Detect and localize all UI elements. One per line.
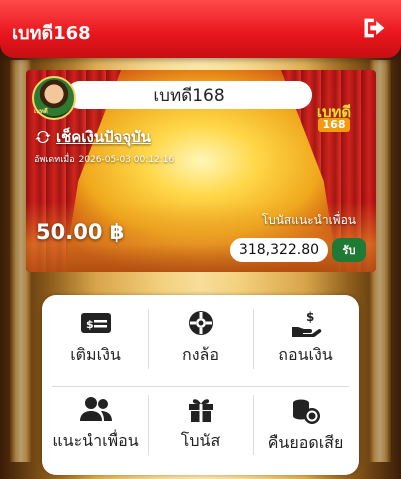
menu-label: กงล้อ [182, 345, 219, 364]
logo-number: 168 [318, 118, 350, 132]
users-icon [79, 397, 112, 421]
coins-icon [292, 399, 320, 424]
referral-bonus-amount: 318,322.80 [230, 238, 328, 262]
avatar-caption: เบทดี [34, 108, 48, 115]
menu-item-bonus[interactable]: โบนัส [148, 395, 253, 479]
updated-time: 2026-05-03 00:12:16 [78, 155, 175, 165]
refresh-balance-button[interactable]: เช็คเงินปัจจุบัน [34, 125, 151, 149]
refresh-label: เช็คเงินปัจจุบัน [56, 128, 151, 146]
menu-item-referral[interactable]: แนะนำเพื่อน [43, 395, 148, 479]
gift-icon [188, 399, 213, 422]
menu-label: ถอนเงิน [278, 345, 333, 364]
menu-label: แนะนำเพื่อน [52, 431, 139, 450]
last-updated: อัพเดทเมื่อ 2026-05-03 00:12:16 [34, 152, 178, 166]
menu-item-wheel[interactable]: กงล้อ [148, 309, 253, 393]
svg-text:$: $ [86, 318, 94, 331]
logout-button[interactable] [361, 14, 389, 42]
brand-logo: เบทดี 168 [306, 98, 362, 138]
svg-text:$: $ [306, 310, 314, 324]
balance-amount: 50.00 ฿ [36, 220, 125, 244]
brand-title: เบทดี168 [12, 23, 91, 44]
quick-menu: $ เติมเงิน กงล้อ $ ถอนเงิน แนะนำเพื่อน โ… [42, 295, 359, 475]
menu-item-withdraw[interactable]: $ ถอนเงิน [253, 309, 358, 393]
username-field: เบทดี168 [66, 81, 312, 109]
logout-icon [364, 18, 385, 38]
updated-label: อัพเดทเมื่อ [34, 155, 75, 165]
claim-bonus-button[interactable]: รับ [332, 238, 366, 262]
menu-label: โบนัส [180, 431, 221, 450]
wheel-icon [188, 311, 213, 335]
menu-item-deposit[interactable]: $ เติมเงิน [43, 309, 148, 393]
menu-label: เติมเงิน [70, 345, 121, 364]
top-header: เบทดี168 [0, 0, 401, 58]
deposit-card-icon: $ [80, 313, 111, 333]
menu-item-cashback[interactable]: คืนยอดเสีย [253, 395, 358, 479]
menu-label: คืนยอดเสีย [267, 433, 344, 452]
refresh-icon [35, 130, 51, 144]
referral-bonus-label: โบนัสแนะนำเพื่อน [261, 213, 356, 227]
withdraw-hand-icon: $ [291, 310, 321, 337]
account-card: เบทดี168 เบทดี เช็คเงินปัจจุบัน อัพเดทเม… [26, 70, 376, 272]
